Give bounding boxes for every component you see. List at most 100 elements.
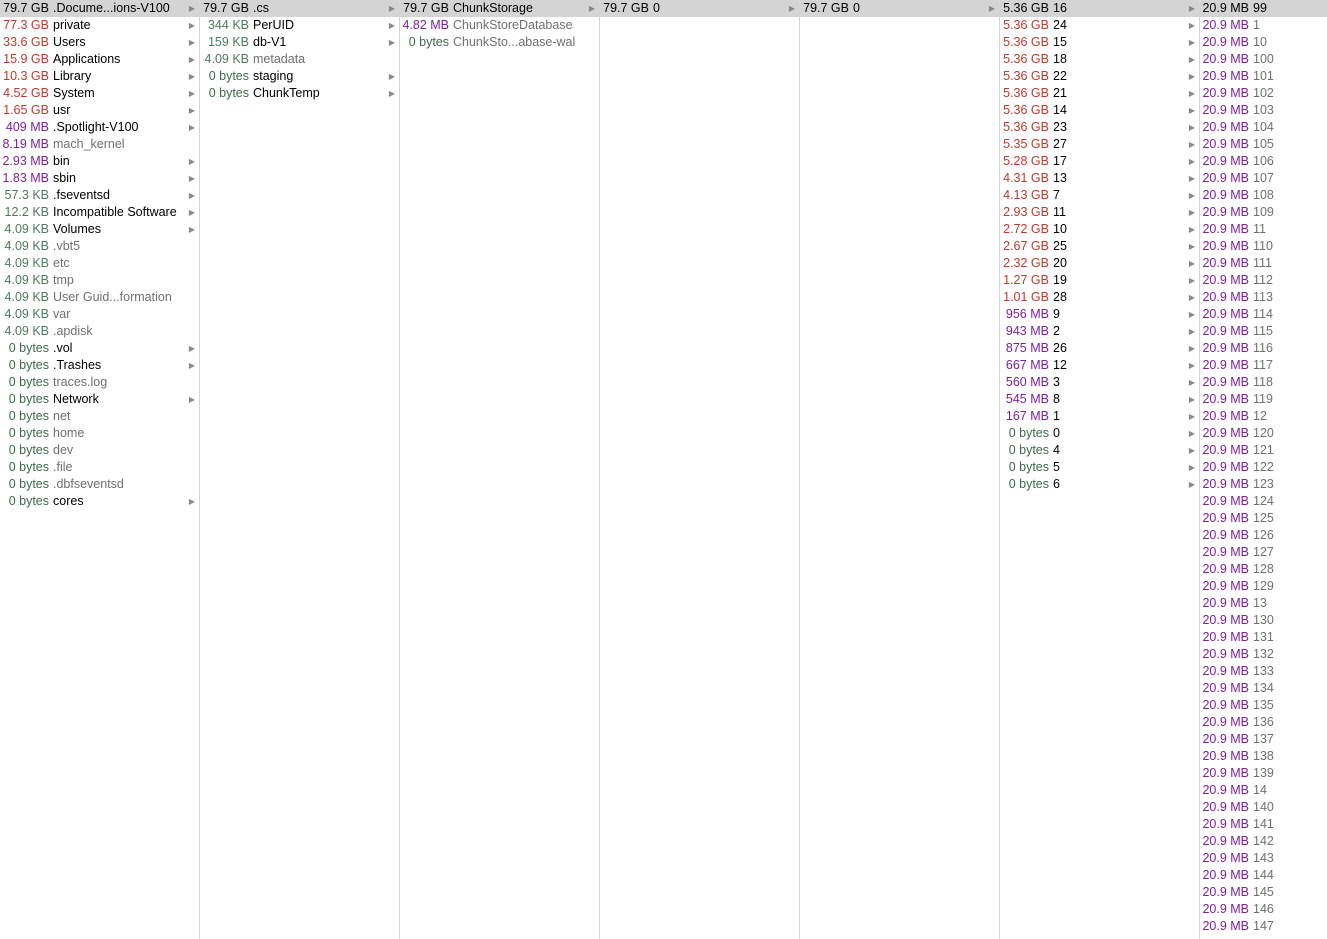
list-item[interactable]: 0 bytes dev bbox=[0, 442, 199, 459]
list-item[interactable]: 20.9 MB 145 bbox=[1200, 884, 1327, 901]
disclosure-triangle-icon[interactable]: ▶ bbox=[1189, 425, 1195, 442]
disclosure-triangle-icon[interactable]: ▶ bbox=[189, 170, 195, 187]
disclosure-triangle-icon[interactable]: ▶ bbox=[1189, 153, 1195, 170]
list-item[interactable]: 20.9 MB 128 bbox=[1200, 561, 1327, 578]
disclosure-triangle-icon[interactable]: ▶ bbox=[189, 119, 195, 136]
list-item[interactable]: 159 KB db-V1 ▶ bbox=[200, 34, 399, 51]
list-item[interactable]: 20.9 MB 107 bbox=[1200, 170, 1327, 187]
list-item[interactable]: 4.52 GB System ▶ bbox=[0, 85, 199, 102]
disclosure-triangle-icon[interactable]: ▶ bbox=[1189, 323, 1195, 340]
list-item[interactable]: 0 bytes .file bbox=[0, 459, 199, 476]
disclosure-triangle-icon[interactable]: ▶ bbox=[189, 153, 195, 170]
list-item[interactable]: 77.3 GB private ▶ bbox=[0, 17, 199, 34]
disclosure-triangle-icon[interactable]: ▶ bbox=[389, 85, 395, 102]
column-3[interactable]: 79.7 GB ChunkStorage ▶ 4.82 MB ChunkStoreDat… bbox=[400, 0, 600, 939]
disclosure-triangle-icon[interactable]: ▶ bbox=[1189, 119, 1195, 136]
disclosure-triangle-icon[interactable]: ▶ bbox=[189, 51, 195, 68]
list-item[interactable]: 4.09 KB etc bbox=[0, 255, 199, 272]
list-item[interactable]: 57.3 KB .fseventsd ▶ bbox=[0, 187, 199, 204]
list-item[interactable]: 5.36 GB 14 ▶ bbox=[1000, 102, 1199, 119]
disclosure-triangle-icon[interactable]: ▶ bbox=[1189, 221, 1195, 238]
disclosure-triangle-icon[interactable]: ▶ bbox=[189, 34, 195, 51]
list-item[interactable]: 0 bytes 4 ▶ bbox=[1000, 442, 1199, 459]
list-item[interactable]: 20.9 MB 138 bbox=[1200, 748, 1327, 765]
column-4[interactable]: 79.7 GB 0 ▶ bbox=[600, 0, 800, 939]
selected-row[interactable]: 79.7 GB 0 ▶ bbox=[600, 0, 799, 17]
list-item[interactable]: 1.65 GB usr ▶ bbox=[0, 102, 199, 119]
list-item[interactable]: 5.36 GB 15 ▶ bbox=[1000, 34, 1199, 51]
disclosure-triangle-icon[interactable]: ▶ bbox=[1189, 289, 1195, 306]
list-item[interactable]: 20.9 MB 111 bbox=[1200, 255, 1327, 272]
list-item[interactable]: 20.9 MB 135 bbox=[1200, 697, 1327, 714]
disclosure-triangle-icon[interactable]: ▶ bbox=[1189, 459, 1195, 476]
list-item[interactable]: 5.36 GB 24 ▶ bbox=[1000, 17, 1199, 34]
list-item[interactable]: 5.36 GB 21 ▶ bbox=[1000, 85, 1199, 102]
list-item[interactable]: 20.9 MB 112 bbox=[1200, 272, 1327, 289]
selected-row[interactable]: 5.36 GB 16 ▶ bbox=[1000, 0, 1199, 17]
list-item[interactable]: 20.9 MB 136 bbox=[1200, 714, 1327, 731]
disclosure-triangle-icon[interactable]: ▶ bbox=[1189, 136, 1195, 153]
list-item[interactable]: 0 bytes 5 ▶ bbox=[1000, 459, 1199, 476]
disclosure-triangle-icon[interactable]: ▶ bbox=[189, 204, 195, 221]
disclosure-triangle-icon[interactable]: ▶ bbox=[1189, 272, 1195, 289]
list-item[interactable]: 20.9 MB 137 bbox=[1200, 731, 1327, 748]
disclosure-triangle-icon[interactable]: ▶ bbox=[1189, 255, 1195, 272]
list-item[interactable]: 20.9 MB 121 bbox=[1200, 442, 1327, 459]
list-item[interactable]: 20.9 MB 146 bbox=[1200, 901, 1327, 918]
disclosure-triangle-icon[interactable]: ▶ bbox=[389, 0, 395, 17]
list-item[interactable]: 20.9 MB 11 bbox=[1200, 221, 1327, 238]
list-item[interactable]: 0 bytes .dbfseventsd bbox=[0, 476, 199, 493]
list-item[interactable]: 20.9 MB 13 bbox=[1200, 595, 1327, 612]
list-item[interactable]: 5.36 GB 18 ▶ bbox=[1000, 51, 1199, 68]
list-item[interactable]: 20.9 MB 114 bbox=[1200, 306, 1327, 323]
list-item[interactable]: 956 MB 9 ▶ bbox=[1000, 306, 1199, 323]
disclosure-triangle-icon[interactable]: ▶ bbox=[1189, 68, 1195, 85]
list-item[interactable]: 0 bytes .Trashes ▶ bbox=[0, 357, 199, 374]
selected-row[interactable]: 20.9 MB 99 bbox=[1200, 0, 1327, 17]
list-item[interactable]: 8.19 MB mach_kernel bbox=[0, 136, 199, 153]
list-item[interactable]: 10.3 GB Library ▶ bbox=[0, 68, 199, 85]
disclosure-triangle-icon[interactable]: ▶ bbox=[1189, 102, 1195, 119]
disclosure-triangle-icon[interactable]: ▶ bbox=[1189, 17, 1195, 34]
list-item[interactable]: 167 MB 1 ▶ bbox=[1000, 408, 1199, 425]
list-item[interactable]: 20.9 MB 10 bbox=[1200, 34, 1327, 51]
list-item[interactable]: 4.13 GB 7 ▶ bbox=[1000, 187, 1199, 204]
list-item[interactable]: 20.9 MB 101 bbox=[1200, 68, 1327, 85]
disclosure-triangle-icon[interactable]: ▶ bbox=[389, 34, 395, 51]
disclosure-triangle-icon[interactable]: ▶ bbox=[1189, 408, 1195, 425]
list-item[interactable]: 20.9 MB 129 bbox=[1200, 578, 1327, 595]
disclosure-triangle-icon[interactable]: ▶ bbox=[1189, 374, 1195, 391]
disclosure-triangle-icon[interactable]: ▶ bbox=[189, 187, 195, 204]
list-item[interactable]: 0 bytes cores ▶ bbox=[0, 493, 199, 510]
disclosure-triangle-icon[interactable]: ▶ bbox=[789, 0, 795, 17]
list-item[interactable]: 5.36 GB 23 ▶ bbox=[1000, 119, 1199, 136]
disclosure-triangle-icon[interactable]: ▶ bbox=[1189, 238, 1195, 255]
list-item[interactable]: 344 KB PerUID ▶ bbox=[200, 17, 399, 34]
disclosure-triangle-icon[interactable]: ▶ bbox=[1189, 204, 1195, 221]
list-item[interactable]: 20.9 MB 133 bbox=[1200, 663, 1327, 680]
list-item[interactable]: 20.9 MB 116 bbox=[1200, 340, 1327, 357]
list-item[interactable]: 2.67 GB 25 ▶ bbox=[1000, 238, 1199, 255]
disclosure-triangle-icon[interactable]: ▶ bbox=[1189, 187, 1195, 204]
list-item[interactable]: 20.9 MB 108 bbox=[1200, 187, 1327, 204]
list-item[interactable]: 0 bytes Network ▶ bbox=[0, 391, 199, 408]
list-item[interactable]: 0 bytes home bbox=[0, 425, 199, 442]
disclosure-triangle-icon[interactable]: ▶ bbox=[1189, 391, 1195, 408]
list-item[interactable]: 4.09 KB var bbox=[0, 306, 199, 323]
list-item[interactable]: 20.9 MB 106 bbox=[1200, 153, 1327, 170]
list-item[interactable]: 12.2 KB Incompatible Software ▶ bbox=[0, 204, 199, 221]
list-item[interactable]: 0 bytes traces.log bbox=[0, 374, 199, 391]
list-item[interactable]: 0 bytes ChunkTemp ▶ bbox=[200, 85, 399, 102]
list-item[interactable]: 4.31 GB 13 ▶ bbox=[1000, 170, 1199, 187]
disclosure-triangle-icon[interactable]: ▶ bbox=[389, 17, 395, 34]
list-item[interactable]: 20.9 MB 132 bbox=[1200, 646, 1327, 663]
disclosure-triangle-icon[interactable]: ▶ bbox=[189, 0, 195, 17]
list-item[interactable]: 5.35 GB 27 ▶ bbox=[1000, 136, 1199, 153]
list-item[interactable]: 20.9 MB 142 bbox=[1200, 833, 1327, 850]
list-item[interactable]: 0 bytes ChunkSto...abase-wal bbox=[400, 34, 599, 51]
list-item[interactable]: 0 bytes 0 ▶ bbox=[1000, 425, 1199, 442]
list-item[interactable]: 4.09 KB .apdisk bbox=[0, 323, 199, 340]
list-item[interactable]: 20.9 MB 131 bbox=[1200, 629, 1327, 646]
list-item[interactable]: 20.9 MB 119 bbox=[1200, 391, 1327, 408]
disclosure-triangle-icon[interactable]: ▶ bbox=[189, 17, 195, 34]
